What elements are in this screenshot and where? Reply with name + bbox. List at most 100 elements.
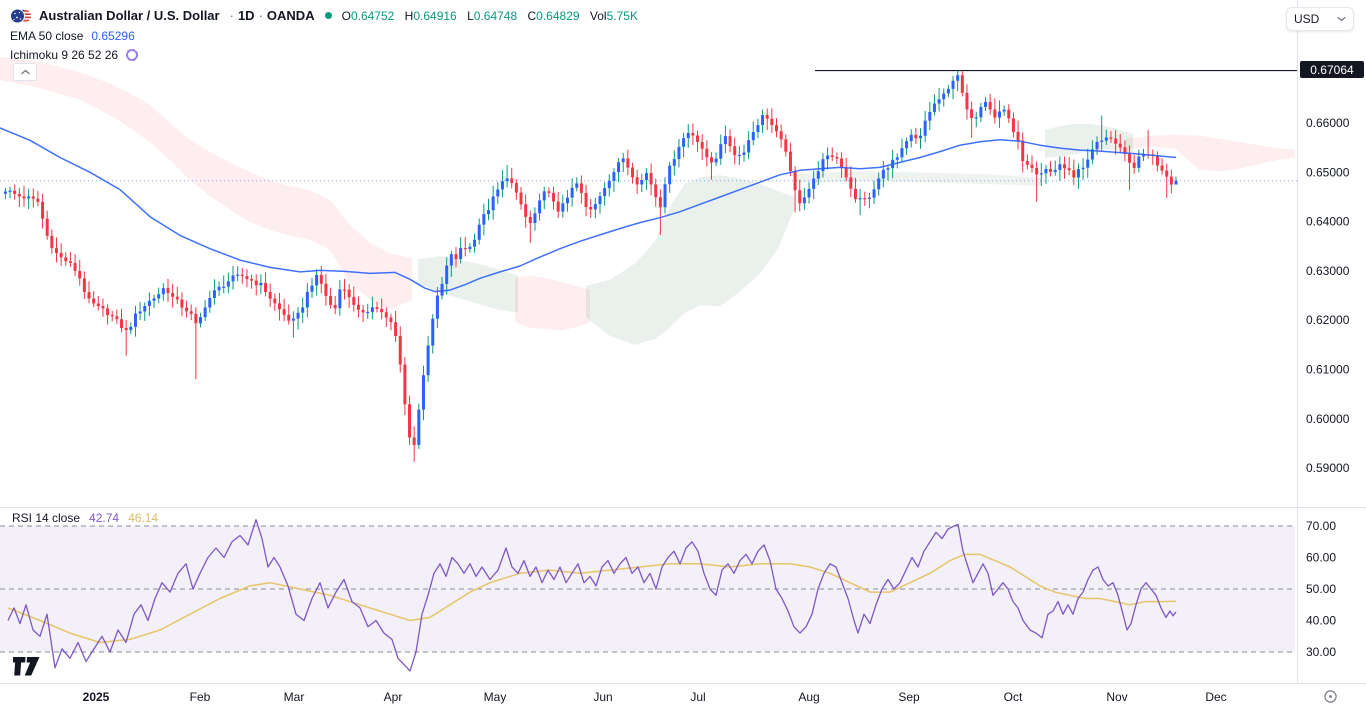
candle-down — [1161, 166, 1164, 171]
rsi-legend[interactable]: RSI 14 close 42.74 46.14 — [12, 511, 158, 525]
candle-up — [134, 314, 137, 327]
candle-down — [914, 135, 917, 138]
candle-up — [984, 102, 987, 107]
market-status-dot-icon[interactable] — [325, 12, 332, 19]
time-tick-label: Nov — [1106, 690, 1127, 704]
candle-down — [352, 297, 355, 305]
candle-down — [320, 275, 323, 284]
candle-down — [659, 197, 662, 207]
candlestick-series[interactable] — [4, 71, 1178, 462]
high-value: 0.64916 — [413, 9, 456, 23]
timezone-settings-icon[interactable] — [1323, 689, 1338, 709]
candle-down — [705, 149, 708, 158]
candle-up — [942, 93, 945, 99]
candle-down — [287, 315, 290, 321]
volume-value: 5.75K — [607, 9, 638, 23]
candle-up — [139, 311, 142, 313]
candle-down — [64, 257, 67, 261]
rsi-axis[interactable]: 70.0060.0050.0040.0030.00 — [1306, 519, 1336, 659]
time-tick-label: Sep — [898, 690, 920, 704]
currency-selector[interactable]: USD — [1286, 7, 1354, 31]
candle-up — [719, 144, 722, 158]
symbol-row[interactable]: Australian Dollar / U.S. Dollar · 1D · O… — [10, 6, 638, 25]
candle-down — [41, 202, 44, 219]
price-tick-label: 0.66000 — [1306, 116, 1350, 130]
interval-label[interactable]: 1D — [238, 8, 255, 23]
candle-down — [46, 219, 49, 236]
price-tick-label: 0.64000 — [1306, 215, 1350, 229]
candle-down — [101, 306, 104, 308]
candle-down — [115, 316, 118, 319]
candle-up — [956, 75, 959, 81]
candle-up — [496, 189, 499, 196]
candle-down — [399, 336, 402, 364]
candle-down — [552, 193, 555, 202]
candle-up — [924, 121, 927, 136]
candle-down — [1114, 138, 1117, 143]
candle-down — [780, 131, 783, 139]
candle-up — [1175, 181, 1178, 185]
time-tick-label: 2025 — [83, 690, 110, 704]
candle-up — [687, 133, 690, 138]
candle-down — [863, 198, 866, 199]
rsi-tick-label: 30.00 — [1306, 645, 1336, 659]
candle-down — [250, 279, 253, 281]
price-level-chip[interactable]: 0.67064 — [1300, 61, 1364, 78]
candle-up — [297, 313, 300, 319]
candle-up — [473, 240, 476, 247]
candle-up — [952, 81, 955, 89]
candle-down — [69, 261, 72, 263]
candle-down — [1119, 144, 1122, 148]
symbol-legend[interactable]: Australian Dollar / U.S. Dollar · 1D · O… — [10, 6, 638, 63]
candle-up — [459, 248, 462, 259]
candle-down — [334, 305, 337, 308]
candle-up — [204, 307, 207, 317]
time-axis[interactable]: 2025FebMarAprMayJunJulAugSepOctNovDec — [83, 690, 1227, 704]
candle-down — [547, 191, 550, 193]
candle-down — [701, 142, 704, 149]
time-tick-label: Feb — [190, 690, 211, 704]
ema-indicator-row[interactable]: EMA 50 close 0.65296 — [10, 27, 638, 44]
candle-up — [905, 141, 908, 148]
candle-down — [585, 193, 588, 207]
candle-up — [468, 247, 471, 249]
candle-down — [283, 309, 286, 315]
candle-down — [185, 308, 188, 312]
candle-up — [208, 298, 211, 307]
candle-down — [32, 196, 35, 198]
candle-up — [877, 178, 880, 189]
candle-up — [928, 112, 931, 121]
candle-up — [199, 317, 202, 323]
candle-down — [520, 193, 523, 205]
candle-down — [965, 93, 968, 110]
collapse-pane-button[interactable] — [13, 63, 37, 81]
candle-down — [1035, 168, 1038, 174]
candle-down — [125, 328, 128, 330]
candle-down — [88, 292, 91, 299]
candle-down — [464, 248, 467, 249]
exchange-label[interactable]: OANDA — [267, 8, 315, 23]
candle-up — [761, 115, 764, 125]
candle-down — [1026, 161, 1029, 165]
close-label: C — [528, 9, 537, 23]
price-tick-label: 0.60000 — [1306, 412, 1350, 426]
price-axis[interactable]: 0.660000.650000.640000.630000.620000.610… — [1306, 116, 1350, 475]
candle-up — [422, 375, 425, 409]
candle-down — [92, 299, 95, 304]
candle-up — [742, 152, 745, 154]
candle-down — [50, 236, 53, 248]
candle-down — [849, 177, 852, 188]
ichimoku-cloud — [1126, 135, 1295, 172]
candle-up — [979, 107, 982, 117]
candle-down — [636, 177, 639, 184]
symbol-title[interactable]: Australian Dollar / U.S. Dollar — [39, 8, 220, 23]
candle-up — [1003, 110, 1006, 112]
ichimoku-indicator-row[interactable]: Ichimoku 9 26 52 26 — [10, 46, 638, 63]
candle-up — [808, 189, 811, 198]
chart-canvas[interactable]: 0.660000.650000.640000.630000.620000.610… — [0, 0, 1366, 707]
candle-down — [798, 190, 801, 203]
candle-down — [60, 253, 63, 257]
candle-down — [83, 278, 86, 292]
rsi-tick-label: 70.00 — [1306, 519, 1336, 533]
tradingview-logo-icon[interactable] — [13, 657, 40, 681]
